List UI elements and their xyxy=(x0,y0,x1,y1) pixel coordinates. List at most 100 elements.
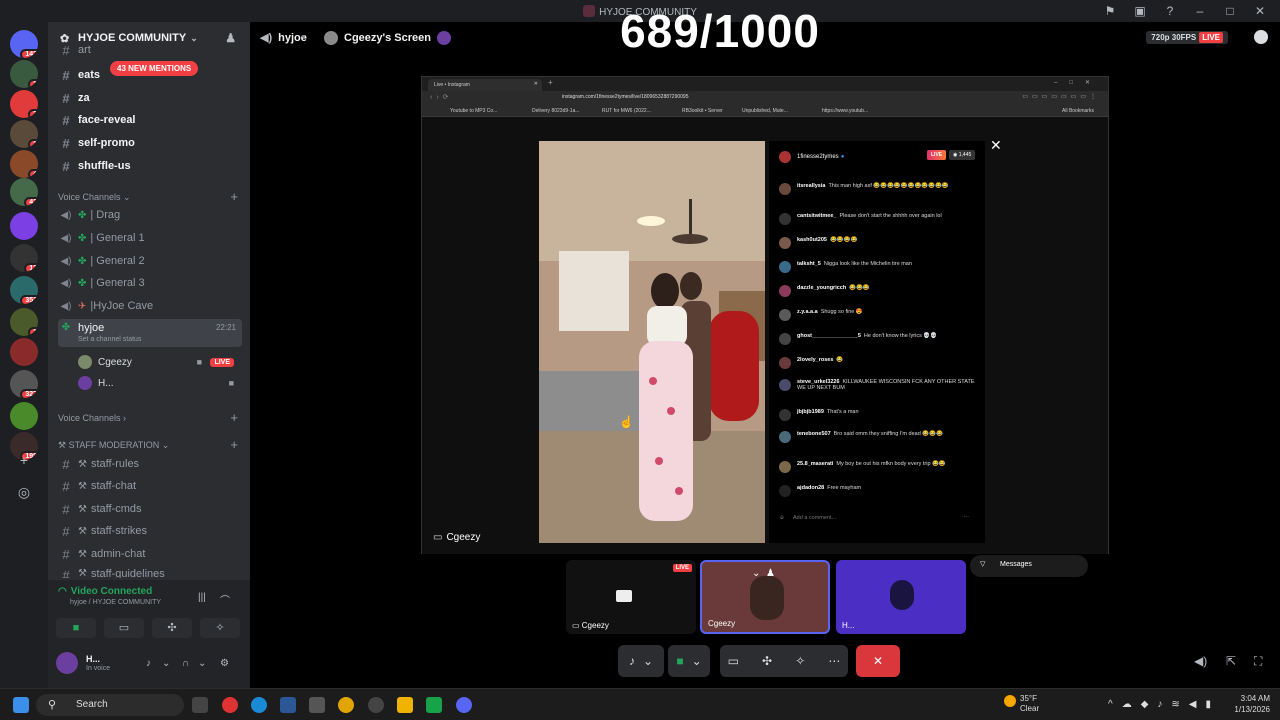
bookmark[interactable]: All Bookmarks xyxy=(1062,108,1094,114)
messages-button[interactable]: ▽ Messages xyxy=(970,555,1088,577)
staff-category[interactable]: ⚒ STAFF MODERATION ⌄ xyxy=(58,440,169,451)
server-icon[interactable] xyxy=(10,402,38,430)
emoji-icon[interactable]: ☺ xyxy=(779,515,785,521)
activities-icon[interactable]: ✣ xyxy=(762,654,772,668)
chrome-icon[interactable] xyxy=(338,697,354,713)
microphone-icon[interactable]: ♪ xyxy=(146,658,151,669)
clock[interactable]: 3:04 AM 1/13/2026 xyxy=(1226,693,1270,715)
close-icon[interactable]: ✕ xyxy=(534,81,538,87)
channel-staff-cmds[interactable]: # ⚒ staff-cmds xyxy=(58,499,242,519)
comment-input[interactable]: ☺ Add a comment... ⋯ xyxy=(779,515,969,529)
microphone-icon[interactable]: ♪ xyxy=(1157,699,1171,710)
voice-channel-general-3[interactable]: ◀) ✤ | General 3 xyxy=(58,273,242,293)
add-user-icon[interactable]: ♟ xyxy=(766,568,775,579)
channel-staff-guidelines[interactable]: # ⚒ staff-guidelines xyxy=(58,568,242,578)
server-icon[interactable]: 1 xyxy=(10,120,38,148)
task-view-icon[interactable] xyxy=(192,697,208,713)
channel-staff-chat[interactable]: # ⚒ staff-chat xyxy=(58,476,242,496)
voice-channel-path[interactable]: hyjoe / HYJOE COMMUNITY xyxy=(70,599,161,606)
more-options-icon[interactable]: ⋯ xyxy=(964,515,970,521)
cloud-icon[interactable]: ☁ xyxy=(1122,699,1141,710)
channel-za[interactable]: # za xyxy=(58,88,242,108)
channel-status-link[interactable]: Set a channel status xyxy=(78,336,141,343)
close-icon[interactable]: ✕ xyxy=(990,137,1002,154)
camera-button[interactable]: ■ ⌄ xyxy=(668,645,710,677)
live-video[interactable] xyxy=(539,141,765,543)
voice-channel-hyjoe-cave[interactable]: ◀) ✈ |HyJoe Cave xyxy=(58,296,242,316)
windows-start-icon[interactable] xyxy=(13,697,29,713)
noise-suppression-icon[interactable]: ||| xyxy=(198,592,206,603)
shared-screen[interactable]: Live • Instagram ✕ + –□✕ ‹›⟳ instagram.co… xyxy=(421,76,1109,577)
help-icon[interactable]: ? xyxy=(1162,3,1178,19)
minimize-icon[interactable]: – xyxy=(1192,3,1208,19)
fullscreen-icon[interactable]: ⛶ xyxy=(1254,654,1262,669)
screen-share-button[interactable]: ▭ xyxy=(104,618,144,638)
bookmark[interactable]: https://www.youtub... xyxy=(822,108,868,114)
add-channel-icon[interactable]: + xyxy=(230,437,238,452)
more-icon[interactable]: ⋯ xyxy=(828,654,840,668)
chevron-down-icon[interactable]: ⌄ xyxy=(198,658,206,669)
voice-category[interactable]: Voice Channels ⌄ xyxy=(58,192,131,203)
add-server-icon[interactable]: + xyxy=(14,450,34,470)
discord-server-icon[interactable]: 3 xyxy=(10,90,38,118)
participant-tile-screen[interactable]: LIVE ▭ Cgeezy xyxy=(566,560,696,634)
battery-icon[interactable]: ▮ xyxy=(1206,699,1221,710)
app-tray-icon[interactable]: ◆ xyxy=(1141,699,1158,710)
chevron-up-icon[interactable]: ^ xyxy=(1108,699,1122,710)
server-icon[interactable]: 12 xyxy=(10,244,38,272)
add-channel-icon[interactable]: + xyxy=(230,189,238,204)
bookmark[interactable]: RUT for MW6 (2022... xyxy=(602,108,651,114)
new-mentions-pill[interactable]: 43 NEW MENTIONS xyxy=(110,61,199,76)
channel-art[interactable]: # art xyxy=(58,44,242,56)
bookmark[interactable]: RB3oolkit • Server xyxy=(682,108,723,114)
voice-channel-drag[interactable]: ◀) ✤ | Drag xyxy=(58,205,242,225)
close-icon[interactable]: ✕ xyxy=(1252,3,1268,19)
server-icon[interactable]: 1 xyxy=(10,308,38,336)
mute-button[interactable]: ♪ ⌄ xyxy=(618,645,664,677)
discord-icon[interactable] xyxy=(456,697,472,713)
voice-user-cgeezy[interactable]: Cgeezy ■ LIVE xyxy=(78,353,238,371)
channel-admin-chat[interactable]: # ⚒ admin-chat xyxy=(58,544,242,564)
bookmark[interactable]: Unpublished, Mute... xyxy=(742,108,788,114)
new-tab-icon[interactable]: + xyxy=(548,78,553,87)
server-icon[interactable] xyxy=(10,338,38,366)
activities-button[interactable]: ✣ xyxy=(152,618,192,638)
voice-category-2[interactable]: Voice Channels › xyxy=(58,413,126,423)
channel-shuffle-us[interactable]: # shuffle-us xyxy=(58,156,242,176)
chevron-down-icon[interactable]: ⌄ xyxy=(162,658,170,669)
channel-self-promo[interactable]: # self-promo xyxy=(58,133,242,153)
voice-channel-general-2[interactable]: ◀) ✤ | General 2 xyxy=(58,251,242,271)
server-icon[interactable]: 353 xyxy=(10,276,38,304)
taskbar-search[interactable]: ⚲ Search xyxy=(36,694,184,716)
settings-icon[interactable] xyxy=(368,697,384,713)
voice-channel-general-1[interactable]: ◀) ✤ | General 1 xyxy=(58,228,242,248)
server-icon[interactable]: 43 xyxy=(10,178,38,206)
camera-button[interactable]: ■ xyxy=(56,618,96,638)
outlook-icon[interactable] xyxy=(280,697,296,713)
network-icon[interactable]: ≋ xyxy=(1171,699,1188,710)
volume-icon[interactable]: ◀) xyxy=(1194,654,1207,668)
channel-staff-strikes[interactable]: # ⚒ staff-strikes xyxy=(58,521,242,541)
screen-share-icon[interactable]: ▭ xyxy=(728,654,739,668)
maximize-icon[interactable]: □ xyxy=(1222,3,1238,19)
flag-icon[interactable]: ⚑ xyxy=(1102,3,1118,19)
participant-tile-h[interactable]: H... xyxy=(836,560,966,634)
server-icon[interactable]: 1 xyxy=(10,60,38,88)
copilot-icon[interactable] xyxy=(222,697,238,713)
speaker-icon[interactable]: ◀ xyxy=(1189,699,1206,710)
weather-widget[interactable]: 35°F Clear xyxy=(1004,694,1039,714)
system-tray[interactable]: ^☁◆♪≋◀▮ xyxy=(1108,699,1220,710)
live-host[interactable]: 1finesse2tymes ● xyxy=(779,151,844,163)
soundboard-button[interactable]: ✧ xyxy=(200,618,240,638)
store-icon[interactable] xyxy=(309,697,325,713)
chevron-down-icon[interactable]: ⌄ xyxy=(752,568,760,579)
edge-icon[interactable] xyxy=(251,697,267,713)
inbox-icon[interactable]: ▣ xyxy=(1132,3,1148,19)
bookmark[interactable]: Delivery 8023d9-1a... xyxy=(532,108,580,114)
channel-staff-rules[interactable]: # ⚒ staff-rules xyxy=(58,454,242,474)
participant-tile-cgeezy[interactable]: ⌄ ♟ Cgeezy xyxy=(700,560,830,634)
discover-icon[interactable]: ◎ xyxy=(14,482,34,502)
server-icon[interactable]: 327 xyxy=(10,370,38,398)
soundboard-icon[interactable]: ✧ xyxy=(795,654,805,668)
navigation-icons[interactable]: ‹›⟳ xyxy=(430,93,453,101)
